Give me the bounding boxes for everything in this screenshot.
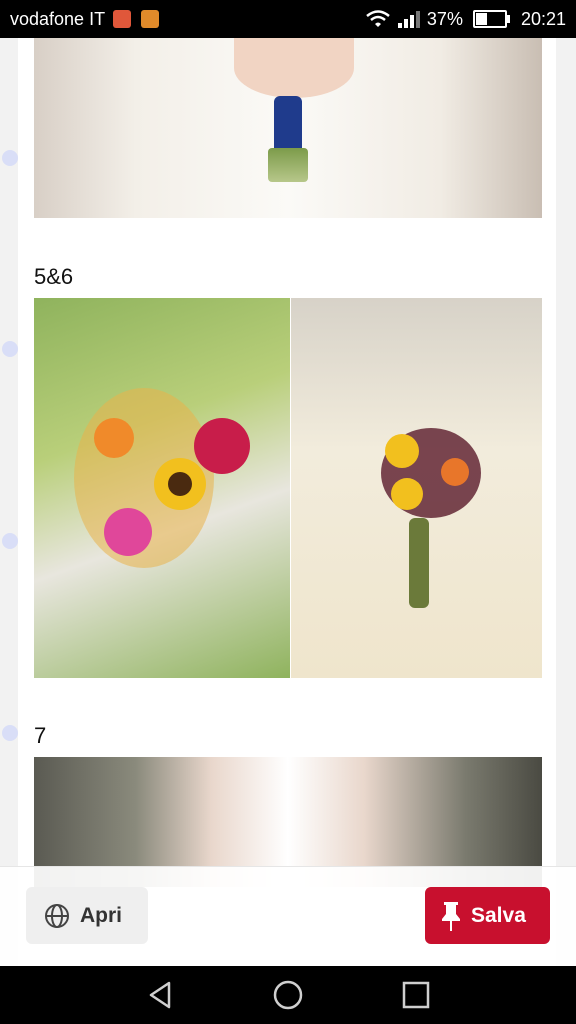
sunflower-shape-a	[385, 434, 419, 468]
rose-shape	[441, 458, 469, 486]
status-bar: vodafone IT 37% 20:21	[0, 0, 576, 38]
battery-percent: 37%	[426, 8, 463, 29]
progress-dot	[2, 725, 18, 741]
sunflower-center-shape	[168, 472, 192, 496]
orange-flower-shape	[94, 418, 134, 458]
signal-icon	[397, 11, 420, 28]
open-button[interactable]: Apri	[26, 887, 148, 944]
stems-shape	[409, 518, 429, 608]
gift-notification-icon	[141, 10, 160, 28]
home-icon[interactable]	[271, 978, 305, 1012]
section-label-7: 7	[34, 723, 47, 748]
save-button-label: Salva	[471, 903, 526, 927]
section-label-5-6: 5&6	[34, 264, 74, 289]
pink-peony-shape	[104, 508, 152, 556]
progress-dot	[2, 533, 18, 549]
bouquet-photo-4[interactable]	[34, 38, 542, 218]
wifi-icon	[366, 10, 390, 27]
pin-content: 5&6 7	[18, 38, 556, 966]
action-bar: Apri Salva	[0, 866, 576, 967]
carrier-label: vodafone IT	[10, 8, 106, 29]
save-button[interactable]: Salva	[425, 887, 550, 944]
battery-icon	[472, 10, 510, 28]
blue-bouquet-shape	[274, 96, 302, 156]
peony-shape	[194, 418, 250, 474]
progress-dot	[2, 341, 18, 357]
email-notification-icon	[113, 10, 132, 28]
bouquet-photo-6[interactable]	[291, 298, 542, 678]
pin-icon	[442, 901, 460, 931]
globe-icon	[45, 903, 69, 928]
progress-dot	[2, 150, 18, 166]
sunflower-shape-b	[391, 478, 423, 510]
recents-icon[interactable]	[399, 978, 433, 1012]
bouquet-photo-5[interactable]	[34, 298, 290, 678]
clock: 20:21	[520, 8, 566, 29]
open-button-label: Apri	[80, 903, 122, 927]
battery-fill	[475, 13, 488, 25]
stems-shape	[268, 148, 308, 182]
back-icon[interactable]	[143, 978, 177, 1012]
hands-shape	[234, 38, 354, 98]
navigation-bar	[0, 966, 576, 1024]
